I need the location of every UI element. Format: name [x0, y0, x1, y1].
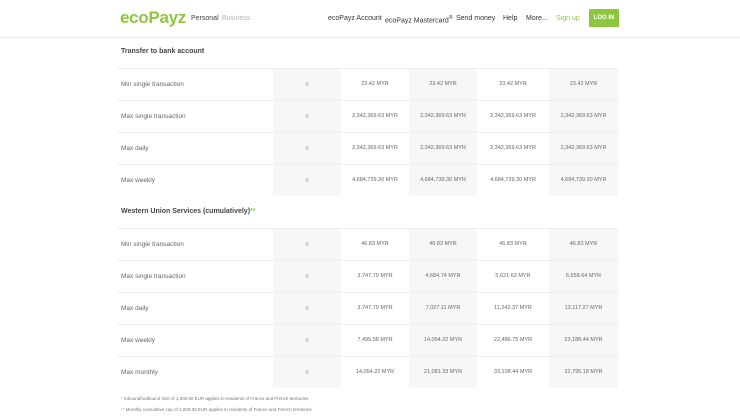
footnote-one: * Inbound/outbound limit of 1,000.00 EUR… [121, 396, 308, 401]
nav-mastercard-label: ecoPayz Mastercard [385, 17, 449, 25]
logo-payz: Payz [148, 8, 186, 27]
limit-value: 2,342,369.63 MYR [352, 145, 398, 151]
row-label: Min single transaction [121, 81, 184, 88]
limit-value: 4,684,739.30 MYR [490, 177, 536, 183]
nav-send-money[interactable]: Send money [456, 15, 495, 22]
row-label: Max monthly [121, 369, 158, 376]
limit-value: 23.42 MYR [549, 69, 618, 100]
sign-up-link[interactable]: Sign up [556, 15, 580, 22]
limit-value: 46.83 MYR [409, 229, 477, 260]
western-union-title-text: Western Union Services (cumulatively) [121, 208, 251, 215]
footnote-one-text: Inbound/outbound limit of 1,000.00 EUR a… [124, 396, 309, 401]
limit-value: 2,342,369.63 MYR [549, 101, 618, 132]
registered-mark: ® [448, 15, 453, 21]
ecopayz-logo[interactable]: ecoPayz [120, 8, 186, 28]
footnote-marker: ** [250, 208, 256, 215]
nav-more[interactable]: More... [526, 15, 548, 22]
limit-value: 23.42 MYR [361, 81, 389, 87]
table-row: Max daily × 3,747.79 MYR 7,027.11 MYR 11… [117, 292, 618, 324]
row-label: Max weekly [121, 177, 155, 184]
limit-value: 46.83 MYR [499, 241, 527, 247]
limit-value: 2,342,369.63 MYR [352, 113, 398, 119]
limit-value: 2,342,369.63 MYR [549, 133, 618, 164]
table-row: Max weekly × 7,495.58 MYR 14,054.22 MYR … [117, 324, 618, 356]
limit-value: 23.42 MYR [499, 81, 527, 87]
limit-value: 2,342,369.63 MYR [490, 145, 536, 151]
table-row: Min single transaction × 46.83 MYR 46.83… [117, 228, 618, 260]
not-available-icon: × [273, 165, 341, 196]
nav-ecopayz-account[interactable]: ecoPayz Account [328, 15, 382, 22]
limit-value: 13,117.27 MYR [549, 293, 618, 324]
table-row: Max daily × 2,342,369.63 MYR 2,342,369.6… [117, 132, 618, 164]
logo-eco: eco [120, 8, 149, 27]
table-row: Max weekly × 4,684,739.30 MYR 4,684,739.… [117, 164, 618, 196]
limit-value: 4,684.74 MYR [409, 261, 477, 292]
not-available-icon: × [273, 101, 341, 132]
row-label: Max weekly [121, 337, 155, 344]
section-title-bank-transfer: Transfer to bank account [121, 48, 205, 55]
limit-value: 7,027.11 MYR [409, 293, 477, 324]
limit-value: 3,747.79 MYR [357, 305, 393, 311]
audience-business-link[interactable]: Business [222, 15, 250, 22]
limit-value: 23.42 MYR [409, 69, 477, 100]
top-navigation-bar: ecoPayz Personal Business ecoPayz Accoun… [0, 0, 740, 38]
limit-value: 14,054.22 MYR [355, 369, 395, 375]
limit-value: 32,795.18 MYR [549, 357, 618, 388]
limit-value: 4,684,739.30 MYR [409, 165, 477, 196]
not-available-icon: × [273, 325, 341, 356]
limit-value: 14,054.22 MYR [409, 325, 477, 356]
table-row: Max monthly × 14,054.22 MYR 21,081.33 MY… [117, 356, 618, 388]
not-available-icon: × [273, 69, 341, 100]
nav-ecopayz-mastercard[interactable]: ecoPayz Mastercard® [385, 15, 453, 24]
section-title-western-union: Western Union Services (cumulatively)** [121, 208, 255, 215]
not-available-icon: × [273, 293, 341, 324]
limit-value: 46.83 MYR [361, 241, 389, 247]
row-label: Max daily [121, 305, 149, 312]
row-label: Min single transaction [121, 241, 184, 248]
limit-value: 33,108.44 MYR [493, 369, 533, 375]
row-label: Max daily [121, 145, 149, 152]
not-available-icon: × [273, 357, 341, 388]
table-row: Max single transaction × 3,747.79 MYR 4,… [117, 260, 618, 292]
limit-value: 23,188.44 MYR [549, 325, 618, 356]
limit-value: 7,495.58 MYR [357, 337, 393, 343]
limit-value: 2,342,369.63 MYR [409, 101, 477, 132]
audience-personal-link[interactable]: Personal [191, 15, 219, 22]
footnote-two-mark: ** [121, 407, 125, 412]
limit-value: 5,621.63 MYR [495, 273, 531, 279]
row-label: Max single transaction [121, 113, 186, 120]
table-row: Max single transaction × 2,342,369.63 MY… [117, 100, 618, 132]
limit-value: 4,684,739.30 MYR [352, 177, 398, 183]
table-row: Min single transaction × 23.42 MYR 23.42… [117, 68, 618, 100]
not-available-icon: × [273, 261, 341, 292]
not-available-icon: × [273, 229, 341, 260]
limit-value: 22,486.75 MYR [493, 337, 533, 343]
log-in-button[interactable]: LOG IN [589, 9, 619, 27]
limit-value: 4,684,739.30 MYR [549, 165, 618, 196]
limit-value: 3,747.79 MYR [357, 273, 393, 279]
footnote-two: ** Monthly cumulative cap of 1,000.00 EU… [121, 407, 312, 412]
limit-value: 11,242.37 MYR [494, 305, 532, 311]
row-label: Max single transaction [121, 273, 186, 280]
limit-value: 2,342,369.63 MYR [490, 113, 536, 119]
not-available-icon: × [273, 133, 341, 164]
limit-value: 6,558.64 MYR [549, 261, 618, 292]
footnote-two-text: Monthly cumulative cap of 1,000.00 EUR a… [125, 407, 312, 412]
limit-value: 2,342,369.63 MYR [409, 133, 477, 164]
nav-help[interactable]: Help [503, 15, 517, 22]
limit-value: 46.83 MYR [549, 229, 618, 260]
footnote-one-mark: * [121, 396, 123, 401]
limit-value: 21,081.33 MYR [409, 357, 477, 388]
